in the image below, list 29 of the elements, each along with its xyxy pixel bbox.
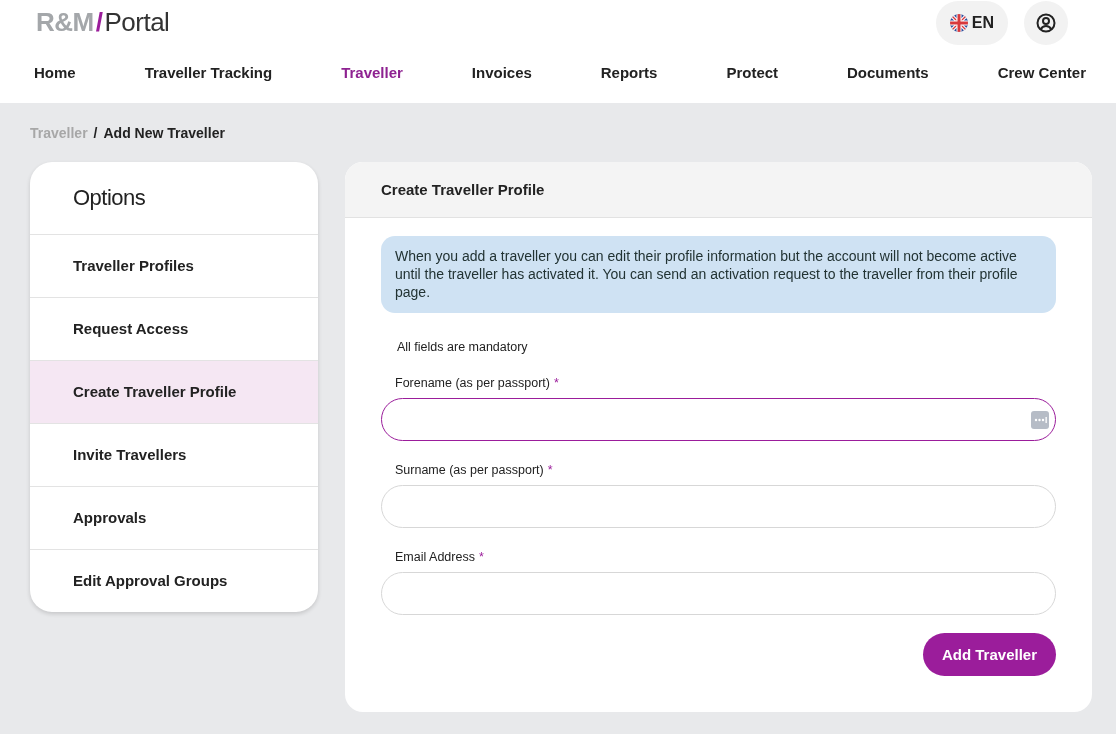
user-icon bbox=[1036, 13, 1056, 33]
mandatory-note: All fields are mandatory bbox=[397, 340, 529, 354]
nav-link[interactable]: Home bbox=[34, 64, 76, 81]
sidebar-item[interactable]: Invite Travellers bbox=[30, 424, 318, 487]
nav-link[interactable]: Protect bbox=[726, 64, 779, 81]
sidebar-item[interactable]: Create Traveller Profile bbox=[30, 361, 318, 424]
nav-link[interactable]: Crew Center bbox=[997, 64, 1086, 81]
nav-link[interactable]: Invoices bbox=[471, 64, 532, 81]
panel-title: Options bbox=[30, 162, 318, 235]
sidebar-item[interactable]: Edit Approval Groups bbox=[30, 550, 318, 612]
nav-link[interactable]: Traveller Tracking bbox=[144, 64, 273, 81]
breadcrumb-separator: / bbox=[93, 125, 98, 141]
sidebar-item[interactable]: Approvals bbox=[30, 487, 318, 550]
logo: R&M/Portal bbox=[36, 6, 170, 39]
language-button[interactable]: EN bbox=[935, 1, 1008, 45]
nav-link[interactable]: Reports bbox=[600, 64, 658, 81]
field-label: Email Address * bbox=[395, 550, 485, 564]
autofill-icon[interactable] bbox=[1031, 410, 1049, 429]
flag-icon bbox=[949, 14, 968, 32]
card-title: Create Traveller Profile bbox=[381, 181, 545, 198]
account-button[interactable] bbox=[1024, 1, 1068, 45]
nav-link[interactable]: Traveller bbox=[341, 64, 403, 81]
add-traveller-button[interactable]: Add Traveller bbox=[922, 633, 1056, 676]
nav-link[interactable]: Documents bbox=[847, 64, 929, 81]
field-label: Surname (as per passport) * bbox=[395, 463, 554, 477]
field-label: Forename (as per passport) * bbox=[395, 376, 560, 390]
breadcrumb-current: Add New Traveller bbox=[103, 125, 225, 141]
sidebar-item[interactable]: Traveller Profiles bbox=[30, 235, 318, 298]
info-message: When you add a traveller you can edit their profile information but the account will not become active until the traveller has activated it. You can send an activation request to the traveller from their profile page. bbox=[381, 236, 1056, 313]
